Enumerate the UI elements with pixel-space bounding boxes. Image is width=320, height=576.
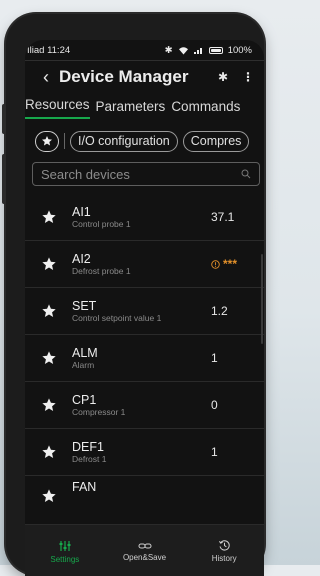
star-icon: [42, 136, 52, 146]
star-icon[interactable]: [41, 209, 57, 225]
filter-chips: I/O configuration Compres: [25, 119, 264, 153]
star-icon[interactable]: [41, 397, 57, 413]
device-value: 0: [211, 398, 218, 412]
chip-divider: [64, 133, 65, 149]
device-description: Control probe 1: [72, 218, 131, 229]
device-name: SET: [72, 298, 97, 313]
carrier-time: Iliad 11:24: [27, 44, 71, 56]
device-description: Control setpoint value 1: [72, 312, 162, 323]
device-row-ai1[interactable]: AI1 Control probe 1 37.1: [25, 194, 264, 241]
nav-label: Open&Save: [122, 552, 167, 562]
nav-label: History: [211, 554, 237, 563]
search-icon: [241, 169, 251, 179]
more-menu-icon[interactable]: ⋮: [242, 70, 254, 84]
signal-icon: [193, 48, 202, 54]
bluetooth-icon[interactable]: ✱: [218, 70, 228, 84]
phone-side-button: [2, 154, 6, 204]
device-row-fan[interactable]: FAN: [25, 476, 264, 527]
compressor-chip[interactable]: Compres: [182, 130, 250, 152]
history-icon: [218, 540, 230, 551]
device-value: 1: [211, 351, 218, 365]
bottom-navigation: Settings Open&Save History: [25, 524, 264, 576]
star-icon[interactable]: [41, 444, 57, 460]
device-value: 37.1: [211, 210, 235, 224]
device-description: Defrost 1: [72, 453, 107, 464]
device-list: AI1 Control probe 1 37.1 AI2 Defrost pro…: [25, 194, 264, 527]
favorites-filter-chip[interactable]: [35, 130, 59, 152]
app-screen: Iliad 11:24 ✱ 100% ‹ Device Manager ✱ ⋮ …: [25, 40, 264, 576]
device-row-def1[interactable]: DEF1 Defrost 1 1: [25, 429, 264, 476]
device-name: FAN: [72, 480, 97, 494]
device-value: ***: [223, 257, 238, 271]
warning-icon: [211, 259, 220, 269]
device-value: 1: [211, 445, 218, 459]
battery-level: 100%: [227, 44, 252, 56]
star-icon[interactable]: [41, 256, 57, 272]
device-row-ai2[interactable]: AI2 Defrost probe 1 ***: [25, 241, 264, 288]
nav-history[interactable]: History: [184, 525, 264, 576]
device-value: 1.2: [211, 304, 228, 318]
device-description: Compressor 1: [72, 406, 126, 417]
nav-label: Settings: [50, 554, 80, 564]
page-title: Device Manager: [59, 67, 189, 86]
device-name: AI1: [72, 204, 91, 219]
nav-settings[interactable]: Settings: [25, 525, 105, 576]
wifi-icon: [178, 46, 188, 54]
scrollbar[interactable]: [261, 254, 263, 344]
link-icon: [138, 543, 151, 548]
star-icon[interactable]: [41, 488, 57, 504]
phone-frame: Iliad 11:24 ✱ 100% ‹ Device Manager ✱ ⋮ …: [2, 14, 264, 576]
tab-bar: Resources Parameters Commands: [25, 93, 264, 119]
search-input[interactable]: Search devices: [32, 162, 260, 186]
device-row-set[interactable]: SET Control setpoint value 1 1.2: [25, 288, 264, 335]
device-value-warning: ***: [211, 257, 237, 271]
status-bar: Iliad 11:24 ✱ 100%: [25, 40, 264, 60]
tab-commands[interactable]: Commands: [171, 99, 240, 119]
bluetooth-icon: ✱: [164, 44, 173, 56]
search-placeholder: Search devices: [41, 166, 130, 182]
device-name: ALM: [72, 345, 98, 360]
back-icon[interactable]: ‹: [43, 68, 49, 86]
device-row-alm[interactable]: ALM Alarm 1: [25, 335, 264, 382]
app-bar: ‹ Device Manager ✱ ⋮: [25, 60, 264, 93]
device-description: Alarm: [72, 359, 95, 370]
tab-parameters[interactable]: Parameters: [96, 99, 166, 119]
io-configuration-chip[interactable]: I/O configuration: [70, 130, 178, 152]
nav-open-save[interactable]: Open&Save: [105, 525, 185, 576]
device-row-cp1[interactable]: CP1 Compressor 1 0: [25, 382, 264, 429]
star-icon[interactable]: [41, 350, 57, 366]
device-name: CP1: [72, 392, 97, 407]
status-icons: ✱ 100%: [165, 45, 252, 56]
device-name: DEF1: [72, 439, 104, 454]
settings-icon: [59, 540, 71, 551]
tab-resources[interactable]: Resources: [25, 97, 90, 119]
phone-side-button: [2, 104, 6, 134]
star-icon[interactable]: [41, 303, 57, 319]
battery-icon: [208, 46, 223, 54]
